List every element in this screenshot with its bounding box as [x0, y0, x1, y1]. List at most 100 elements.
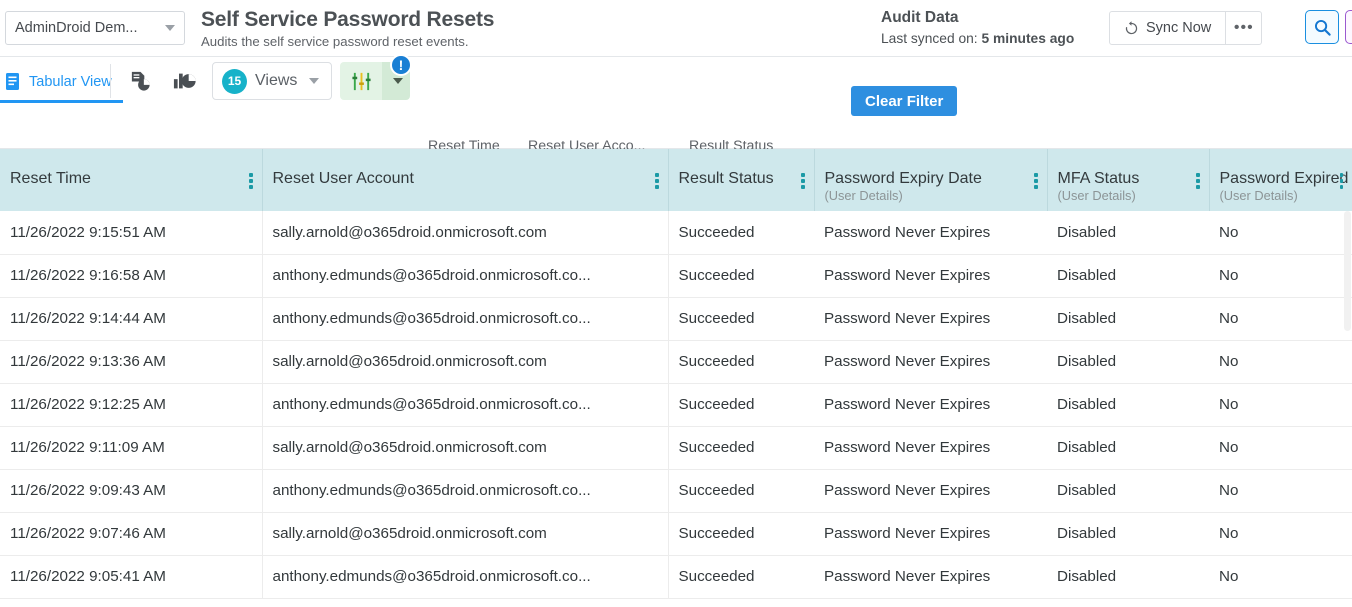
organization-selector-label: AdminDroid Dem...	[15, 20, 161, 36]
table-cell: Password Never Expires	[814, 340, 1047, 383]
table-cell: No	[1209, 211, 1352, 254]
clear-filter-button[interactable]: Clear Filter	[851, 86, 957, 116]
table-row[interactable]: 11/26/2022 9:13:36 AMsally.arnold@o365dr…	[0, 340, 1352, 383]
table-header-title: Reset Time	[10, 169, 262, 188]
table-cell: Password Never Expires	[814, 297, 1047, 340]
views-button-label: Views	[255, 72, 297, 90]
graphical-view-button[interactable]	[168, 64, 202, 98]
table-cell: No	[1209, 254, 1352, 297]
table-cell: No	[1209, 383, 1352, 426]
table-cell: 11/26/2022 9:05:41 AM	[0, 555, 262, 598]
table-row[interactable]: 11/26/2022 9:15:51 AMsally.arnold@o365dr…	[0, 211, 1352, 254]
table-cell: Disabled	[1047, 469, 1209, 512]
last-synced-text: Last synced on: 5 minutes ago	[881, 29, 1074, 48]
table-cell: No	[1209, 340, 1352, 383]
vertical-scrollbar-thumb[interactable]	[1344, 211, 1351, 331]
table-cell: 11/26/2022 9:16:58 AM	[0, 254, 262, 297]
table-cell: Disabled	[1047, 426, 1209, 469]
table-row[interactable]: 11/26/2022 9:05:41 AManthony.edmunds@o36…	[0, 555, 1352, 598]
document-icon	[5, 72, 22, 91]
sync-now-button[interactable]: Sync Now	[1110, 12, 1225, 44]
table-cell: Succeeded	[668, 297, 814, 340]
table-cell: 11/26/2022 9:09:43 AM	[0, 469, 262, 512]
table-cell: anthony.edmunds@o365droid.onmicrosoft.co…	[262, 469, 668, 512]
table-cell: 11/26/2022 9:15:51 AM	[0, 211, 262, 254]
table-header-subtitle: (User Details)	[1220, 188, 1352, 204]
table-cell: anthony.edmunds@o365droid.onmicrosoft.co…	[262, 555, 668, 598]
column-menu-icon[interactable]	[1196, 173, 1200, 189]
table-cell: Password Never Expires	[814, 426, 1047, 469]
audit-data-block: Audit Data Last synced on: 5 minutes ago	[881, 8, 1074, 48]
table-cell: Disabled	[1047, 211, 1209, 254]
table-cell: No	[1209, 426, 1352, 469]
sync-more-button[interactable]: •••	[1225, 12, 1261, 44]
last-synced-value: 5 minutes ago	[981, 31, 1074, 46]
table-cell: Password Never Expires	[814, 211, 1047, 254]
page-subtitle: Audits the self service password reset e…	[201, 33, 494, 50]
table-row[interactable]: 11/26/2022 9:07:46 AMsally.arnold@o365dr…	[0, 512, 1352, 555]
table-cell: Disabled	[1047, 254, 1209, 297]
table-cell: Succeeded	[668, 512, 814, 555]
column-menu-icon[interactable]	[1034, 173, 1038, 189]
table-header-subtitle: (User Details)	[825, 188, 1047, 204]
chevron-down-icon	[393, 78, 403, 84]
table-cell: Password Never Expires	[814, 555, 1047, 598]
table-cell: Password Never Expires	[814, 254, 1047, 297]
table-header-cell: Result Status	[668, 149, 814, 211]
sliders-icon	[351, 71, 372, 92]
vertical-scrollbar[interactable]	[1344, 149, 1352, 607]
table-header-title: Password Expiry Date	[825, 169, 1047, 188]
table-row[interactable]: 11/26/2022 9:14:44 AManthony.edmunds@o36…	[0, 297, 1352, 340]
column-menu-icon[interactable]	[801, 173, 805, 189]
table-cell: Disabled	[1047, 383, 1209, 426]
table-header-cell: Password Expired(User Details)	[1209, 149, 1352, 211]
table-cell: sally.arnold@o365droid.onmicrosoft.com	[262, 211, 668, 254]
filter-alert-badge: !	[390, 54, 412, 76]
view-toolbar: Tabular View 15 Views	[0, 57, 1352, 149]
tab-tabular-view-label: Tabular View	[29, 74, 112, 90]
table-cell: anthony.edmunds@o365droid.onmicrosoft.co…	[262, 254, 668, 297]
page-title-block: Self Service Password Resets Audits the …	[201, 7, 494, 50]
table-cell: Succeeded	[668, 340, 814, 383]
table-cell: No	[1209, 555, 1352, 598]
table-cell: Succeeded	[668, 555, 814, 598]
column-menu-icon[interactable]	[249, 173, 253, 189]
audit-data-title: Audit Data	[881, 8, 1074, 28]
last-synced-prefix: Last synced on:	[881, 31, 981, 46]
audit-table: Reset Time Reset User Account Result Statu…	[0, 149, 1352, 599]
search-button[interactable]	[1305, 10, 1339, 44]
table-cell: sally.arnold@o365droid.onmicrosoft.com	[262, 426, 668, 469]
table-header-cell: Reset Time	[0, 149, 262, 211]
column-menu-icon[interactable]	[655, 173, 659, 189]
table-cell: Password Never Expires	[814, 383, 1047, 426]
column-menu-icon[interactable]	[1340, 173, 1344, 189]
table-cell: Password Never Expires	[814, 469, 1047, 512]
table-row[interactable]: 11/26/2022 9:09:43 AManthony.edmunds@o36…	[0, 469, 1352, 512]
table-row[interactable]: 11/26/2022 9:11:09 AMsally.arnold@o365dr…	[0, 426, 1352, 469]
table-header-cell: Reset User Account	[262, 149, 668, 211]
app-header: AdminDroid Dem... Self Service Password …	[0, 0, 1352, 57]
table-header-subtitle: (User Details)	[1058, 188, 1209, 204]
table-cell: No	[1209, 512, 1352, 555]
table-cell: 11/26/2022 9:11:09 AM	[0, 426, 262, 469]
views-button[interactable]: 15 Views	[212, 62, 332, 100]
table-row[interactable]: 11/26/2022 9:12:25 AManthony.edmunds@o36…	[0, 383, 1352, 426]
table-cell: 11/26/2022 9:12:25 AM	[0, 383, 262, 426]
table-header-title: MFA Status	[1058, 169, 1209, 188]
table-header-title: Result Status	[679, 169, 814, 188]
table-header-title: Reset User Account	[273, 169, 668, 188]
table-cell: No	[1209, 469, 1352, 512]
sync-button-group: Sync Now •••	[1109, 11, 1262, 45]
table-header-row: Reset Time Reset User Account Result Statu…	[0, 149, 1352, 211]
table-header-cell: Password Expiry Date(User Details)	[814, 149, 1047, 211]
table-row[interactable]: 11/26/2022 9:16:58 AManthony.edmunds@o36…	[0, 254, 1352, 297]
table-cell: No	[1209, 297, 1352, 340]
profile-button[interactable]	[1345, 10, 1352, 44]
table-cell: 11/26/2022 9:07:46 AM	[0, 512, 262, 555]
views-count-badge: 15	[222, 69, 247, 94]
tab-tabular-view[interactable]: Tabular View	[0, 63, 123, 103]
filter-settings-button[interactable]	[340, 62, 382, 100]
table-cell: Succeeded	[668, 211, 814, 254]
report-chart-view-button[interactable]	[123, 64, 157, 98]
organization-selector[interactable]: AdminDroid Dem...	[5, 11, 185, 45]
